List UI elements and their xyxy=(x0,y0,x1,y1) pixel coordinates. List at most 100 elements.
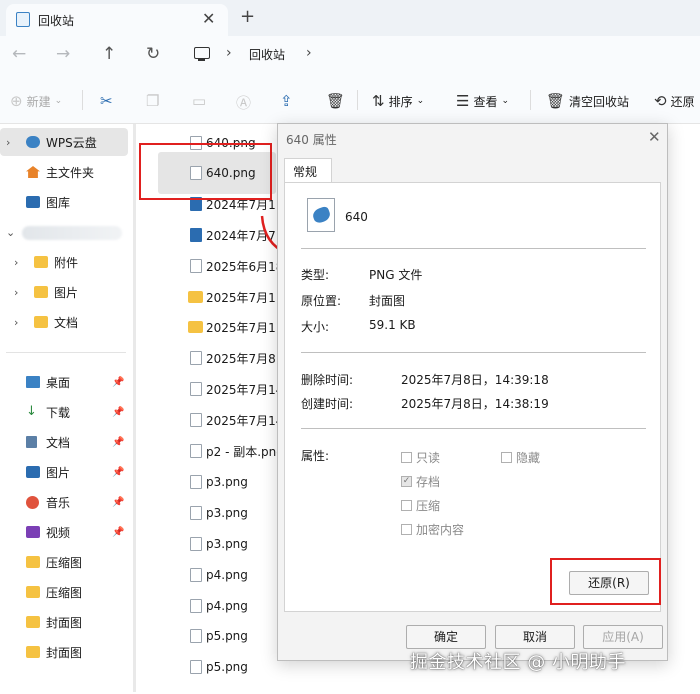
empty-bin-label: 清空回收站 xyxy=(569,94,630,109)
account-name-redacted xyxy=(22,226,122,240)
sidebar-item-label: 音乐 xyxy=(46,495,71,510)
sort-button[interactable]: ⇅ 排序 ⌄ xyxy=(372,92,424,110)
chevron-right-icon[interactable]: › xyxy=(6,136,10,149)
toolbar-divider xyxy=(82,90,83,110)
chevron-down-icon[interactable]: ⌄ xyxy=(6,226,15,239)
file-name: p3.png xyxy=(206,537,248,551)
close-tab-icon[interactable]: ✕ xyxy=(202,9,215,28)
sidebar-item-documents-folder[interactable]: › 文档 xyxy=(0,308,128,336)
chevron-right-icon[interactable]: › xyxy=(14,256,18,269)
checkbox-box xyxy=(401,524,412,535)
breadcrumb-separator[interactable]: › xyxy=(226,45,232,61)
checkbox-label: 加密内容 xyxy=(416,523,465,537)
sidebar-item-cover-1[interactable]: 封面图 xyxy=(0,608,128,636)
sidebar-item-label: 桌面 xyxy=(46,375,71,390)
sidebar-item-documents[interactable]: 文档 📌 xyxy=(0,428,128,456)
folder-icon xyxy=(34,316,48,328)
tab-recycle-bin[interactable]: 回收站 ✕ xyxy=(6,4,228,36)
breadcrumb-recycle-bin[interactable]: 回收站 xyxy=(249,46,285,63)
sidebar-item-label: 视频 xyxy=(46,525,71,540)
sidebar-item-wps-cloud[interactable]: › WPS云盘 xyxy=(0,128,128,156)
check-icon: ✓ xyxy=(401,476,412,487)
divider xyxy=(301,248,646,249)
pin-icon[interactable]: 📌 xyxy=(112,467,124,478)
sidebar-item-pictures[interactable]: 图片 📌 xyxy=(0,458,128,486)
cancel-button[interactable]: 取消 xyxy=(495,625,575,649)
pin-icon[interactable]: 📌 xyxy=(112,497,124,508)
png-file-icon xyxy=(190,444,202,458)
tab-general[interactable]: 常规 xyxy=(284,158,332,182)
general-panel: 640 类型: PNG 文件 原位置: 封面图 大小: 59.1 KB 删除时间… xyxy=(284,182,661,612)
sidebar-item-label: 压缩图 xyxy=(46,585,83,600)
breadcrumb-separator[interactable]: › xyxy=(306,45,312,61)
apply-button[interactable]: 应用(A) xyxy=(583,625,663,649)
png-file-icon xyxy=(307,198,335,232)
video-icon xyxy=(26,526,40,538)
file-name-field[interactable]: 640 xyxy=(345,210,368,224)
highlight-box-restore xyxy=(550,558,661,605)
sidebar-item-compressed-2[interactable]: 压缩图 xyxy=(0,578,128,606)
copy-button[interactable]: ❐ xyxy=(146,92,159,110)
pin-icon[interactable]: 📌 xyxy=(112,407,124,418)
chevron-right-icon[interactable]: › xyxy=(14,316,18,329)
navigation-pane: › WPS云盘 主文件夹 图库 ⌄ › 附件 › 图片 › 文档 桌面 📌 ↓ … xyxy=(0,124,132,694)
up-icon[interactable]: ↑ xyxy=(102,44,116,64)
checkbox-box xyxy=(501,452,512,463)
sidebar-item-gallery[interactable]: 图库 xyxy=(0,188,128,216)
sidebar-item-attachments[interactable]: › 附件 xyxy=(0,248,128,276)
new-button[interactable]: ⊕ 新建 ⌄ xyxy=(10,92,62,110)
sidebar-item-downloads[interactable]: ↓ 下载 📌 xyxy=(0,398,128,426)
compress-checkbox[interactable]: 压缩 xyxy=(401,497,440,514)
close-icon[interactable]: ✕ xyxy=(648,128,661,146)
forward-icon[interactable]: → xyxy=(56,44,70,64)
restore-toolbar-label: 还原 xyxy=(670,94,695,109)
divider xyxy=(301,352,646,353)
clipboard-icon: ▭ xyxy=(192,92,207,110)
file-name: 2025年7月1日 xyxy=(206,290,288,305)
sidebar-scrollbar[interactable] xyxy=(133,124,136,692)
checkbox-label: 只读 xyxy=(416,451,441,465)
sidebar-item-label: WPS云盘 xyxy=(46,135,97,150)
ok-button[interactable]: 确定 xyxy=(406,625,486,649)
view-button[interactable]: ☰ 查看 ⌄ xyxy=(456,92,509,110)
toolbar-divider xyxy=(357,90,358,110)
hidden-checkbox[interactable]: 隐藏 xyxy=(501,449,540,466)
created-value: 2025年7月8日，14:38:19 xyxy=(401,397,549,411)
refresh-icon[interactable]: ↻ xyxy=(146,44,160,64)
share-button[interactable]: ⇪ xyxy=(280,92,293,110)
archive-checkbox[interactable]: ✓ 存档 xyxy=(401,473,440,490)
pin-icon[interactable]: 📌 xyxy=(112,437,124,448)
back-icon[interactable]: ← xyxy=(12,44,26,64)
new-label: 新建 xyxy=(26,94,51,109)
checkbox-label: 隐藏 xyxy=(516,451,541,465)
delete-button[interactable]: 🗑 xyxy=(326,92,345,110)
paste-button[interactable]: ▭ xyxy=(192,92,206,110)
cut-button[interactable]: ✂ xyxy=(100,92,113,110)
picture-icon xyxy=(26,466,40,478)
this-pc-icon[interactable] xyxy=(194,47,210,61)
png-file-icon xyxy=(190,413,202,427)
chevron-right-icon[interactable]: › xyxy=(14,286,18,299)
sidebar-item-home[interactable]: 主文件夹 xyxy=(0,158,128,186)
sidebar-item-videos[interactable]: 视频 📌 xyxy=(0,518,128,546)
sidebar-item-desktop[interactable]: 桌面 📌 xyxy=(0,368,128,396)
pin-icon[interactable]: 📌 xyxy=(112,377,124,388)
sidebar-item-compressed-1[interactable]: 压缩图 xyxy=(0,548,128,576)
sidebar-item-music[interactable]: 音乐 📌 xyxy=(0,488,128,516)
pin-icon[interactable]: 📌 xyxy=(112,527,124,538)
png-file-icon xyxy=(190,351,202,365)
folder-icon xyxy=(34,256,48,268)
sidebar-item-label: 主文件夹 xyxy=(46,165,95,180)
sidebar-item-pictures-folder[interactable]: › 图片 xyxy=(0,278,128,306)
rename-button[interactable]: Ⓐ xyxy=(236,92,251,113)
sidebar-item-cover-2[interactable]: 封面图 xyxy=(0,638,128,666)
rename-icon: Ⓐ xyxy=(236,94,252,112)
readonly-checkbox[interactable]: 只读 xyxy=(401,449,440,466)
empty-recycle-bin-button[interactable]: 🗑 清空回收站 xyxy=(546,92,629,110)
restore-toolbar-button[interactable]: ⟲ 还原 xyxy=(654,92,695,110)
restore-icon: ⟲ xyxy=(654,92,667,110)
encrypt-checkbox[interactable]: 加密内容 xyxy=(401,521,464,538)
new-tab-button[interactable]: + xyxy=(240,6,255,27)
file-name: p5.png xyxy=(206,629,248,643)
folder-icon xyxy=(26,556,40,568)
